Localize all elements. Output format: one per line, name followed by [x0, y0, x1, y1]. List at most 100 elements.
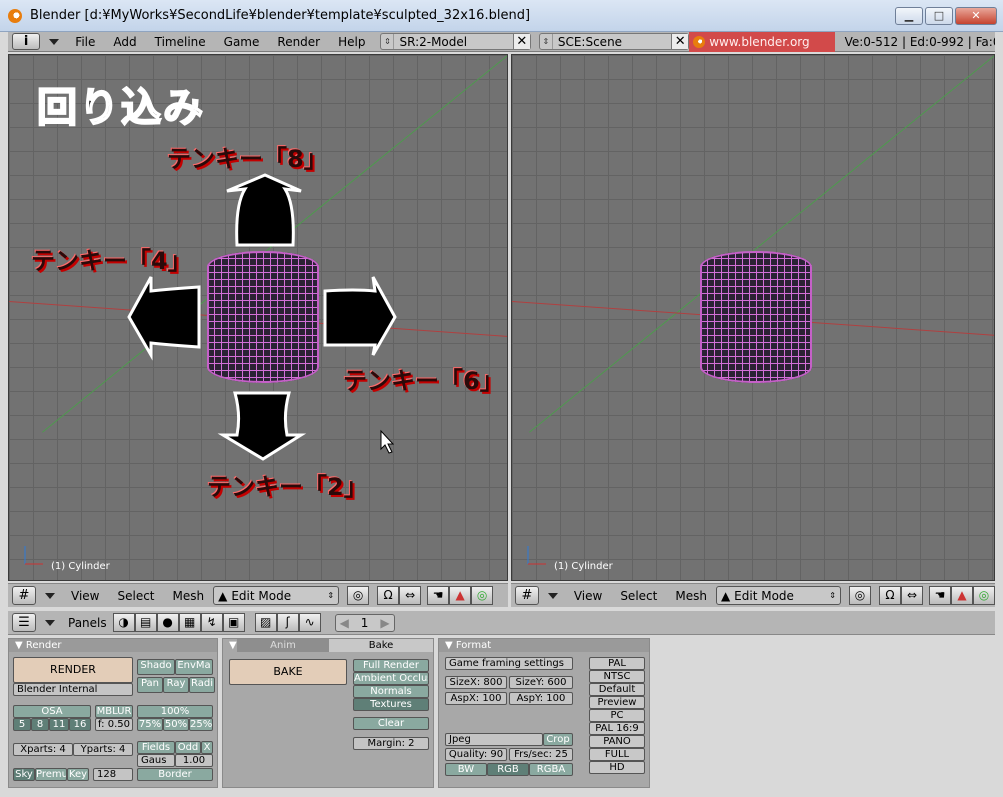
radio-toggle[interactable]: Radi	[189, 677, 215, 693]
sizex-field[interactable]: SizeX: 800	[445, 676, 507, 689]
3d-viewport-left[interactable]: 回り込み テンキー「8」 テンキー「4」 テンキー「6」 テンキー「2」 (1)…	[8, 54, 508, 581]
preset-full[interactable]: FULL	[589, 748, 645, 761]
fields-toggle[interactable]: Fields	[137, 741, 175, 754]
frame-next-icon[interactable]: ▶	[380, 615, 393, 631]
menu-add[interactable]: Add	[104, 35, 145, 49]
fps-field[interactable]: Frs/sec: 25	[509, 748, 573, 761]
updown-icon[interactable]: ⇕	[381, 34, 395, 49]
pivot-button[interactable]: Ω	[377, 586, 400, 605]
game-framing-button[interactable]: Game framing settings	[445, 657, 573, 670]
menu-mesh[interactable]: Mesh	[666, 589, 716, 603]
preset-preview[interactable]: Preview	[589, 696, 645, 709]
xparts-field[interactable]: Xparts: 4	[13, 743, 73, 756]
menu-view[interactable]: View	[62, 589, 108, 603]
hand-tool-icon[interactable]: ☚	[427, 586, 450, 605]
render-buttons-icon[interactable]: ▨	[254, 613, 277, 632]
menu-game[interactable]: Game	[215, 35, 269, 49]
preset-default[interactable]: Default	[589, 683, 645, 696]
mblur-factor-field[interactable]: f: 0.50	[95, 718, 133, 731]
screen-name[interactable]: SR:2-Model	[394, 35, 512, 49]
size-100-toggle[interactable]: 100%	[137, 705, 213, 718]
menu-render[interactable]: Render	[268, 35, 329, 49]
bake-button[interactable]: BAKE	[229, 659, 347, 685]
hand-tool-icon[interactable]: ☚	[929, 586, 951, 605]
size-75-toggle[interactable]: 75%	[137, 718, 163, 731]
bake-textures-option[interactable]: Textures	[353, 698, 429, 711]
preset-pano[interactable]: PANO	[589, 735, 645, 748]
delete-scene-icon[interactable]: ✕	[671, 34, 689, 49]
render-engine-select[interactable]: Blender Internal	[13, 683, 133, 696]
menu-select[interactable]: Select	[611, 589, 666, 603]
envmap-toggle[interactable]: EnvMa	[175, 659, 213, 675]
collapse-menu-icon[interactable]	[547, 592, 558, 599]
mode-selector[interactable]: ▲ Edit Mode ⇕	[213, 586, 340, 605]
manipulator-button[interactable]: ⇔	[399, 586, 422, 605]
menu-select[interactable]: Select	[108, 589, 163, 603]
mblur-toggle[interactable]: MBLUR	[95, 705, 133, 718]
osa-11[interactable]: 11	[49, 718, 69, 731]
menu-view[interactable]: View	[565, 589, 611, 603]
manipulator-button[interactable]: ⇔	[901, 586, 923, 605]
script-context-icon[interactable]: ▤	[134, 613, 157, 632]
shading-context-icon[interactable]: ●	[156, 613, 179, 632]
quality-field[interactable]: Quality: 90	[445, 748, 507, 761]
bake-ambient-occlusion-option[interactable]: Ambient Occlus	[353, 672, 429, 685]
gauss-value-field[interactable]: 1.00	[175, 754, 213, 767]
pano-toggle[interactable]: Pan	[137, 677, 163, 693]
menu-file[interactable]: File	[66, 35, 104, 49]
odd-toggle[interactable]: Odd	[175, 741, 201, 754]
sky-toggle[interactable]: Sky	[13, 768, 35, 781]
osa-toggle[interactable]: OSA	[13, 705, 91, 718]
osa-16[interactable]: 16	[69, 718, 91, 731]
preset-pal169[interactable]: PAL 16:9	[589, 722, 645, 735]
draw-type-button[interactable]: ◎	[849, 586, 871, 605]
mode-selector[interactable]: ▲ Edit Mode ⇕	[715, 586, 841, 605]
osa-5[interactable]: 5	[13, 718, 31, 731]
shadow-toggle[interactable]: Shado	[137, 659, 175, 675]
editing-context-icon[interactable]: ↯	[200, 613, 223, 632]
preset-pc[interactable]: PC	[589, 709, 645, 722]
sound-buttons-icon[interactable]: ∿	[298, 613, 321, 632]
bake-normals-option[interactable]: Normals	[353, 685, 429, 698]
border-toggle[interactable]: Border	[137, 768, 213, 781]
menu-help[interactable]: Help	[329, 35, 374, 49]
close-button[interactable]: ✕	[955, 7, 997, 25]
bake-margin-field[interactable]: Margin: 2	[353, 737, 429, 750]
frame-number-field[interactable]: ◀ 1 ▶	[334, 613, 395, 632]
minimize-button[interactable]: ▁	[895, 7, 923, 25]
color-rgba-toggle[interactable]: RGBA	[529, 763, 573, 776]
color-bw-toggle[interactable]: BW	[445, 763, 487, 776]
color-rgb-toggle[interactable]: RGB	[487, 763, 529, 776]
tab-anim[interactable]: Anim	[237, 639, 329, 652]
cylinder-mesh[interactable]	[700, 251, 812, 383]
aspx-field[interactable]: AspX: 100	[445, 692, 507, 705]
menu-mesh[interactable]: Mesh	[164, 589, 214, 603]
3d-viewport-right[interactable]: (1) Cylinder	[511, 54, 995, 581]
x-toggle[interactable]: X	[201, 741, 213, 754]
bitdepth-select[interactable]: 128	[93, 768, 133, 781]
website-link[interactable]: www.blender.org 245	[689, 31, 835, 69]
anim-buttons-icon[interactable]: ʃ	[276, 613, 299, 632]
buttons-window-type-icon[interactable]: ☰	[12, 613, 36, 632]
key-toggle[interactable]: Key	[67, 768, 89, 781]
preset-hd[interactable]: HD	[589, 761, 645, 774]
panel-collapse-icon[interactable]: ▼	[229, 640, 237, 651]
scene-selector[interactable]: ⇕ SCE:Scene ✕	[538, 33, 690, 50]
render-button[interactable]: RENDER	[13, 657, 133, 683]
yparts-field[interactable]: Yparts: 4	[73, 743, 133, 756]
delete-screen-icon[interactable]: ✕	[512, 34, 530, 49]
menu-timeline[interactable]: Timeline	[146, 35, 215, 49]
collapse-menu-icon[interactable]	[45, 619, 55, 626]
ray-toggle[interactable]: Ray	[163, 677, 189, 693]
bake-full-render-option[interactable]: Full Render	[353, 659, 429, 672]
sizey-field[interactable]: SizeY: 600	[509, 676, 573, 689]
size-50-toggle[interactable]: 50%	[163, 718, 189, 731]
collapse-menu-icon[interactable]	[49, 38, 60, 45]
scene-name[interactable]: SCE:Scene	[553, 35, 671, 49]
osa-8[interactable]: 8	[31, 718, 49, 731]
grid-window-type-icon[interactable]: #	[12, 586, 36, 605]
pivot-button[interactable]: Ω	[879, 586, 901, 605]
maximize-button[interactable]: □	[925, 7, 953, 25]
size-25-toggle[interactable]: 25%	[189, 718, 213, 731]
logic-context-icon[interactable]: ◑	[112, 613, 135, 632]
